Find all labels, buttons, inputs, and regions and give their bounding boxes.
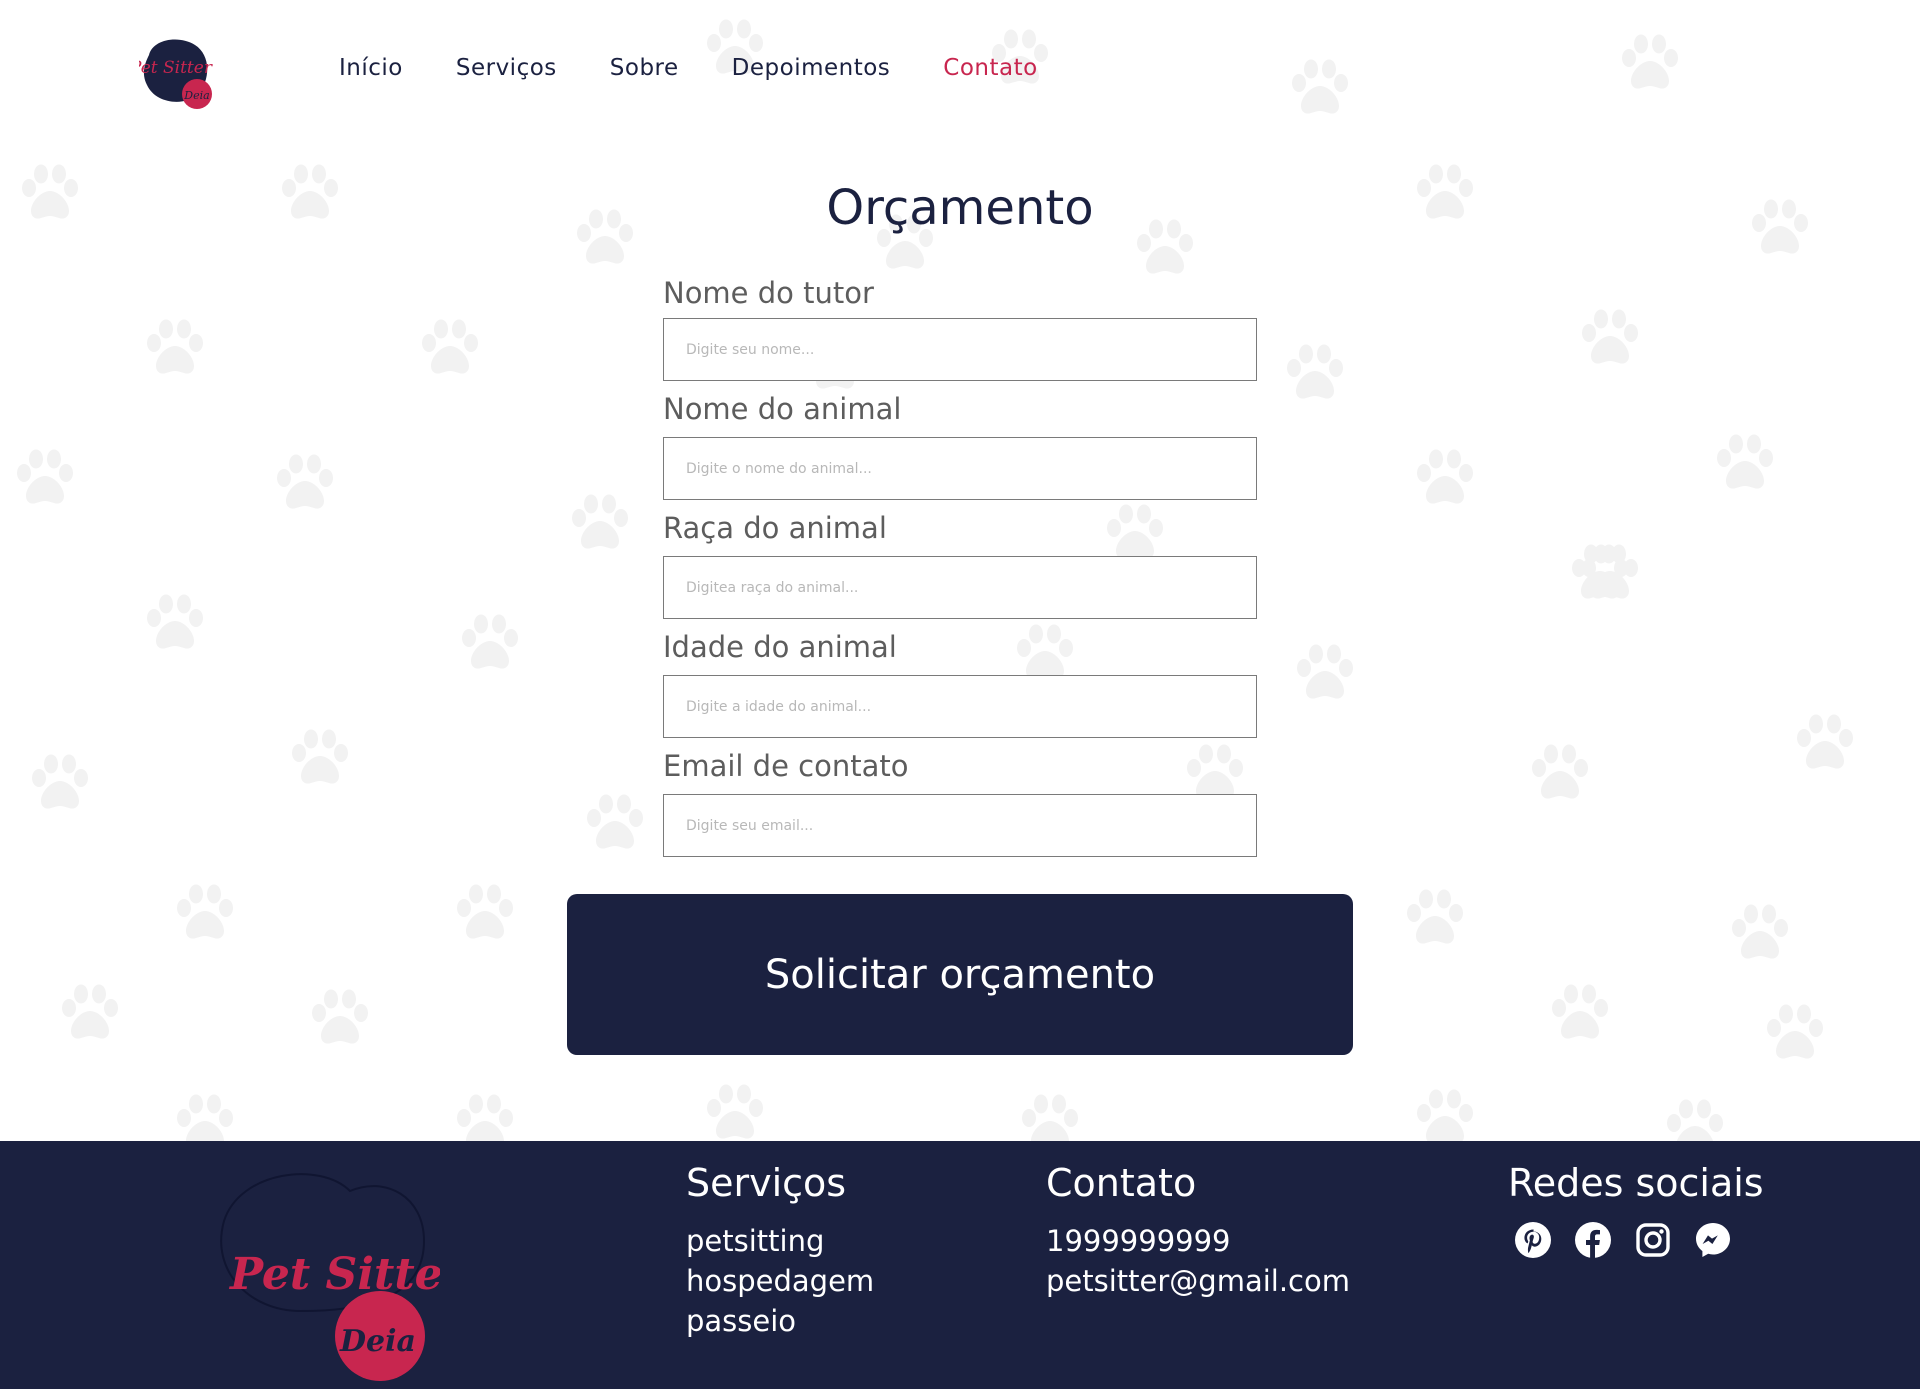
nav-servicos[interactable]: Serviços [456, 55, 557, 81]
paw-print-icon [312, 989, 368, 1044]
animal-breed-label: Raça do animal [663, 511, 887, 545]
paw-print-icon [1732, 904, 1788, 959]
footer-services-title: Serviços [686, 1161, 847, 1205]
main-nav: Início Serviços Sobre Depoimentos Contat… [339, 55, 1091, 81]
footer-social: Redes sociais [1508, 1161, 1764, 1259]
site-header: Pet Sitter Deia Início Serviços Sobre De… [0, 0, 1920, 140]
footer-contact-title: Contato [1046, 1161, 1197, 1205]
paw-print-icon [1717, 434, 1773, 489]
paw-print-icon [62, 984, 118, 1039]
paw-print-icon [462, 614, 518, 669]
footer-logo: Pet Sitter Deia [210, 1161, 469, 1386]
paw-print-icon [292, 729, 348, 784]
animal-breed-input[interactable] [663, 556, 1257, 619]
animal-name-label: Nome do animal [663, 392, 902, 426]
animal-name-input[interactable] [663, 437, 1257, 500]
paw-print-icon [422, 319, 478, 374]
footer-contact: Contato 1999999999 petsitter@gmail.com [1046, 1161, 1350, 1301]
paw-print-icon [1767, 1004, 1823, 1059]
nav-sobre[interactable]: Sobre [610, 55, 679, 81]
footer-service-item: passeio [686, 1304, 797, 1338]
footer-email: petsitter@gmail.com [1046, 1264, 1350, 1298]
svg-text:Pet Sitter: Pet Sitter [139, 58, 213, 78]
pet-sitter-large-logo-icon: Pet Sitter Deia [220, 1173, 469, 1381]
animal-age-input[interactable] [663, 675, 1257, 738]
pinterest-icon[interactable] [1514, 1221, 1552, 1259]
site-footer: Pet Sitter Deia Serviços petsitting hosp… [0, 1141, 1920, 1389]
paw-print-icon [1797, 714, 1853, 769]
footer-logo-title: Pet Sitter [228, 1249, 440, 1300]
paw-print-icon [707, 1084, 763, 1139]
nav-inicio[interactable]: Início [339, 55, 403, 81]
header-logo[interactable]: Pet Sitter Deia [129, 33, 215, 109]
paw-print-icon [277, 454, 333, 509]
contact-email-input[interactable] [663, 794, 1257, 857]
nav-depoimentos[interactable]: Depoimentos [732, 55, 891, 81]
messenger-icon[interactable] [1694, 1221, 1732, 1259]
paw-print-icon [1582, 309, 1638, 364]
footer-services: Serviços petsitting hospedagem passeio [686, 1161, 874, 1341]
paw-print-icon [17, 449, 73, 504]
paw-print-icon [1552, 984, 1608, 1039]
paw-print-icon [32, 754, 88, 809]
nav-contato[interactable]: Contato [943, 55, 1037, 81]
paw-print-icon [1407, 889, 1463, 944]
tutor-name-label: Nome do tutor [663, 276, 874, 310]
paw-print-icon [1582, 544, 1638, 599]
footer-social-title: Redes sociais [1508, 1161, 1764, 1205]
paw-print-icon [572, 494, 628, 549]
paw-print-icon [587, 794, 643, 849]
social-icons [1508, 1221, 1764, 1259]
footer-service-item: hospedagem [686, 1264, 875, 1298]
instagram-icon[interactable] [1634, 1221, 1672, 1259]
footer-phone: 1999999999 [1046, 1224, 1231, 1258]
paw-print-icon [1572, 544, 1628, 599]
svg-text:Deia: Deia [183, 89, 209, 102]
paw-print-icon [177, 884, 233, 939]
paw-print-icon [457, 884, 513, 939]
paw-print-icon [147, 594, 203, 649]
footer-logo-subtitle: Deia [339, 1324, 416, 1359]
submit-quote-button[interactable]: Solicitar orçamento [567, 894, 1353, 1055]
paw-print-icon [1532, 744, 1588, 799]
paw-print-icon [1287, 344, 1343, 399]
contact-email-label: Email de contato [663, 749, 909, 783]
animal-age-label: Idade do animal [663, 630, 897, 664]
paw-print-icon [1417, 449, 1473, 504]
pet-sitter-logo-icon: Pet Sitter Deia [129, 39, 213, 109]
paw-print-icon [147, 319, 203, 374]
facebook-icon[interactable] [1574, 1221, 1612, 1259]
tutor-name-input[interactable] [663, 318, 1257, 381]
footer-service-item: petsitting [686, 1224, 825, 1258]
paw-print-icon [1297, 644, 1353, 699]
form-title: Orçamento [826, 180, 1094, 236]
